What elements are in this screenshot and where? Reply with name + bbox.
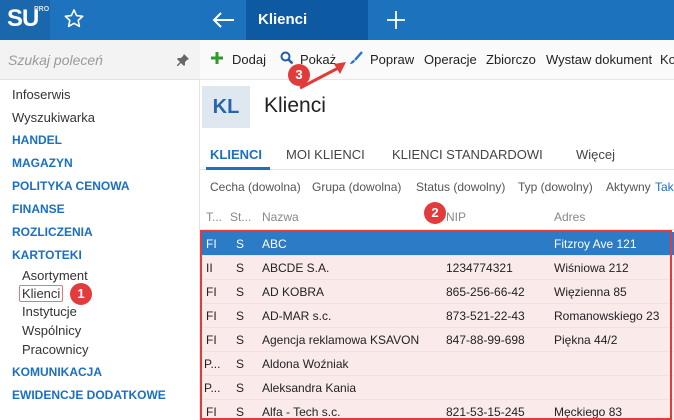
toolbar: Dodaj Pokaż Popraw Operacje Zbiorczo Wys… xyxy=(200,40,674,80)
table-row[interactable]: FI S ABC Fitzroy Ave 121 xyxy=(200,232,674,256)
app-logo[interactable]: SU PRO xyxy=(0,0,50,40)
command-search-input[interactable] xyxy=(8,50,168,70)
column-header-nip[interactable]: NIP xyxy=(446,210,466,224)
filter-cecha[interactable]: Cecha (dowolna) xyxy=(210,180,301,194)
main-panel: Dodaj Pokaż Popraw Operacje Zbiorczo Wys… xyxy=(200,40,674,420)
table-row[interactable]: P... S Aldona Woźniak xyxy=(200,352,674,376)
filters-bar: Cecha (dowolna) Grupa (dowolna) Status (… xyxy=(200,172,674,200)
top-bar: SU PRO Klienci xyxy=(0,0,674,40)
sidebar-item-klienci[interactable]: Klienci xyxy=(19,285,64,302)
search-icon xyxy=(280,51,294,65)
annotation-badge-2: 2 xyxy=(424,202,446,224)
operations-button[interactable]: Operacje xyxy=(424,52,477,67)
back-arrow-icon[interactable] xyxy=(210,8,236,32)
filter-aktywny[interactable]: Aktywny xyxy=(606,180,651,194)
page-title: Klienci xyxy=(264,94,326,117)
sidebar-item-asortyment[interactable]: Asortyment xyxy=(22,268,88,283)
tab-more[interactable]: Więcej xyxy=(576,147,615,162)
table-row[interactable]: II S ABCDE S.A. 1234774321 Wiśniowa 212 xyxy=(200,256,674,280)
bulk-button[interactable]: Zbiorczo xyxy=(486,52,536,67)
sidebar-item-pracownicy[interactable]: Pracownicy xyxy=(22,342,88,357)
table-row[interactable]: FI S Alfa - Tech s.c. 821-53-15-245 Męck… xyxy=(200,400,674,420)
sidebar-item-wyszukiwarka[interactable]: Wyszukiwarka xyxy=(12,110,95,125)
new-tab-plus-icon[interactable] xyxy=(384,8,408,32)
add-plus-icon xyxy=(210,51,224,65)
add-button[interactable]: Dodaj xyxy=(232,52,266,67)
tab-klienci-list[interactable]: KLIENCI xyxy=(210,147,262,162)
tab-moi-klienci[interactable]: MOI KLIENCI xyxy=(286,147,365,162)
star-icon[interactable] xyxy=(62,7,86,31)
column-header-type[interactable]: T... xyxy=(206,210,222,224)
sidebar: Infoserwis Wyszukiwarka HANDEL MAGAZYN P… xyxy=(0,40,200,420)
tab-klienci-standardowi[interactable]: KLIENCI STANDARDOWI xyxy=(392,147,543,162)
column-header-name[interactable]: Nazwa xyxy=(262,210,299,224)
active-tab-underline xyxy=(206,167,270,170)
sidebar-item-handel[interactable]: HANDEL xyxy=(12,133,62,147)
module-code-badge: KL xyxy=(202,86,250,128)
filter-typ[interactable]: Typ (dowolny) xyxy=(518,180,593,194)
sidebar-item-wspolnicy[interactable]: Wspólnicy xyxy=(22,323,81,338)
column-header-address[interactable]: Adres xyxy=(554,210,585,224)
issue-document-button[interactable]: Wystaw dokument xyxy=(546,52,652,67)
annotation-arrow xyxy=(299,62,346,90)
sidebar-item-instytucje[interactable]: Instytucje xyxy=(22,304,77,319)
annotation-badge-1: 1 xyxy=(70,283,92,305)
table-row[interactable]: FI S AD-MAR s.c. 873-521-22-43 Romanowsk… xyxy=(200,304,674,328)
sidebar-item-komunikacja[interactable]: KOMUNIKACJA xyxy=(12,365,102,379)
filter-aktywny-value[interactable]: Tak xyxy=(655,180,674,194)
table-row[interactable]: P... S Aleksandra Kania xyxy=(200,376,674,400)
sidebar-item-polityka-cenowa[interactable]: POLITYKA CENOWA xyxy=(12,179,130,193)
sidebar-item-rozliczenia[interactable]: ROZLICZENIA xyxy=(12,225,93,239)
table-row[interactable]: FI S AD KOBRA 865-256-66-42 Więzienna 85 xyxy=(200,280,674,304)
pin-icon[interactable] xyxy=(176,53,190,67)
sidebar-item-infoserwis[interactable]: Infoserwis xyxy=(12,87,71,102)
sidebar-item-kartoteki[interactable]: KARTOTEKI xyxy=(12,248,82,262)
sidebar-item-ewidencje-dodatkowe[interactable]: EWIDENCJE DODATKOWE xyxy=(12,388,166,402)
page-header: KL Klienci xyxy=(200,86,674,134)
column-header-status[interactable]: St... xyxy=(230,210,251,224)
edit-button[interactable]: Popraw xyxy=(370,52,414,67)
list-tabs: KLIENCI MOI KLIENCI KLIENCI STANDARDOWI … xyxy=(200,140,674,170)
command-search xyxy=(0,40,200,80)
tab-klienci[interactable]: Klienci xyxy=(246,0,368,40)
sidebar-item-finanse[interactable]: FINANSE xyxy=(12,202,65,216)
filter-status[interactable]: Status (dowolny) xyxy=(416,180,505,194)
more-toolbar-button[interactable]: Ko xyxy=(660,52,674,67)
sidebar-item-magazyn[interactable]: MAGAZYN xyxy=(12,156,73,170)
filter-grupa[interactable]: Grupa (dowolna) xyxy=(312,180,401,194)
table-row[interactable]: FI S Agencja reklamowa KSAVON 847-88-99-… xyxy=(200,328,674,352)
